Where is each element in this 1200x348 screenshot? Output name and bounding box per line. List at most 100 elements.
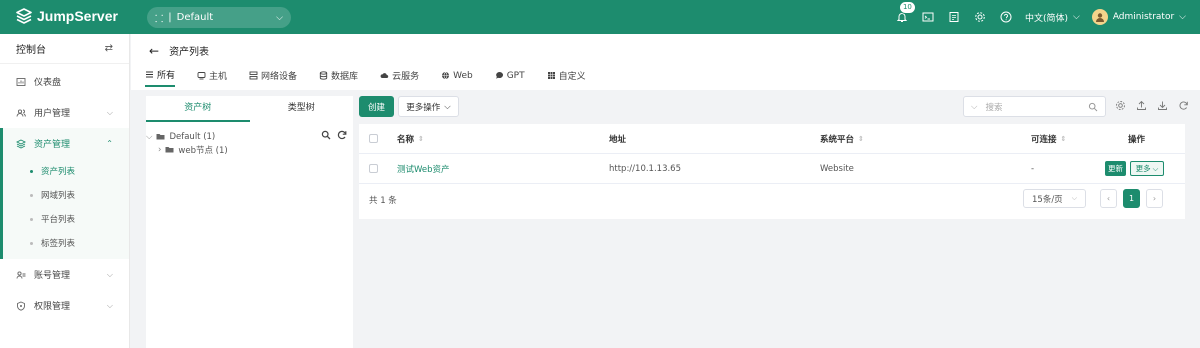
- tab-asset-tree[interactable]: 资产树: [146, 96, 250, 122]
- org-icon: ⸬: [155, 13, 164, 25]
- folder-open-icon: [156, 134, 165, 140]
- prev-page-button[interactable]: ‹: [1100, 189, 1117, 208]
- tab-label: 网络设备: [261, 72, 298, 82]
- sort-icon: ⇕: [418, 134, 424, 143]
- tab-label: 数据库: [331, 72, 359, 82]
- settings-icon[interactable]: [973, 10, 987, 24]
- app-name: JumpServer: [37, 8, 118, 24]
- tab-gpt[interactable]: GPT: [495, 68, 525, 87]
- sidebar-subitem-label-list[interactable]: 标签列表: [0, 231, 129, 259]
- users-icon: [16, 108, 26, 117]
- dashboard-icon: [16, 77, 26, 86]
- search-icon[interactable]: [321, 130, 331, 140]
- chevron-down-icon: ⌵: [276, 12, 283, 23]
- page-number-button[interactable]: 1: [1123, 189, 1140, 208]
- tab-network-device[interactable]: 网络设备: [249, 68, 297, 87]
- sidebar-item-label: 权限管理: [34, 302, 71, 312]
- language-selector[interactable]: 中文(简体) ⌵: [1025, 11, 1080, 24]
- column-header-connectivity[interactable]: 可连接 ⇕: [1031, 133, 1066, 145]
- row-more-label: 更多: [1135, 164, 1151, 173]
- download-icon[interactable]: [1157, 100, 1168, 111]
- tree-node-label: web节点 (1): [178, 145, 228, 156]
- sidebar-item-label: 用户管理: [34, 109, 71, 119]
- tickets-icon[interactable]: [947, 10, 961, 24]
- sidebar-item-accounts[interactable]: 账号管理 ⌵: [0, 259, 129, 290]
- switch-view-icon[interactable]: ⇄: [105, 43, 113, 54]
- cloud-icon: [380, 73, 389, 78]
- page-size-label: 15条/页: [1032, 194, 1063, 205]
- asset-table: 名称 ⇕ 地址 系统平台 ⇕ 可连接 ⇕ 操作 测试Web资产 http://10.1…: [359, 124, 1185, 219]
- terminal-icon[interactable]: [921, 10, 935, 24]
- refresh-icon[interactable]: [1178, 100, 1189, 111]
- app-logo[interactable]: JumpServer: [16, 8, 118, 24]
- page-size-select[interactable]: 15条/页 ⌵: [1023, 189, 1086, 208]
- tab-label: 云服务: [392, 72, 420, 82]
- next-page-button[interactable]: ›: [1146, 189, 1163, 208]
- sidebar-subitem-asset-list[interactable]: 资产列表: [0, 159, 129, 183]
- chevron-down-icon: ⌵: [1072, 12, 1080, 22]
- help-icon[interactable]: [999, 10, 1013, 24]
- column-header-actions: 操作: [1128, 133, 1145, 145]
- total-count: 共 1 条: [369, 196, 397, 206]
- header-label: 操作: [1128, 134, 1146, 145]
- chevron-down-icon: ⌵: [444, 101, 451, 112]
- asset-name-link[interactable]: 测试Web资产: [397, 163, 450, 175]
- chevron-down-icon: ⌵: [1179, 12, 1186, 22]
- org-selector[interactable]: ⸬ | Default ⌵: [147, 7, 291, 28]
- row-more-dropdown[interactable]: 更多 ⌵: [1130, 161, 1164, 176]
- tab-type-tree[interactable]: 类型树: [250, 96, 354, 122]
- bell-icon[interactable]: 10: [895, 1, 916, 24]
- sidebar-subitem-domain-list[interactable]: 网域列表: [0, 183, 129, 207]
- database-icon: [319, 71, 328, 80]
- more-actions-dropdown[interactable]: 更多操作 ⌵: [398, 96, 459, 117]
- tab-database[interactable]: 数据库: [319, 68, 358, 87]
- back-arrow-icon[interactable]: ←: [149, 44, 159, 58]
- sidebar-item-permissions[interactable]: 权限管理 ⌵: [0, 290, 129, 321]
- chevron-down-icon: ⌵: [1071, 194, 1077, 202]
- assets-icon: [16, 138, 26, 149]
- sidebar-subitem-platform-list[interactable]: 平台列表: [0, 207, 129, 231]
- chevron-right-icon: ›: [158, 144, 162, 155]
- sidebar-item-users[interactable]: 用户管理 ⌵: [0, 97, 129, 128]
- search-input[interactable]: ⌵ 搜索: [963, 96, 1106, 117]
- avatar: [1091, 9, 1108, 25]
- page-title: 资产列表: [169, 47, 210, 58]
- column-header-name[interactable]: 名称 ⇕: [397, 133, 424, 145]
- sidebar-item-label: 仪表盘: [34, 78, 62, 88]
- sidebar-item-dashboard[interactable]: 仪表盘: [0, 66, 129, 97]
- tab-host[interactable]: 主机: [197, 68, 227, 87]
- tab-web[interactable]: Web: [441, 68, 473, 87]
- refresh-icon[interactable]: [337, 130, 347, 140]
- chat-icon: [495, 71, 503, 79]
- tab-custom[interactable]: 自定义: [547, 68, 586, 87]
- row-checkbox[interactable]: [369, 164, 378, 173]
- sidebar-item-assets[interactable]: 资产管理 ⌃: [0, 128, 129, 159]
- tab-all[interactable]: 所有: [145, 68, 176, 87]
- tab-cloud[interactable]: 云服务: [380, 68, 419, 87]
- asset-category-tabs: 所有 主机 网络设备 数据库 云服务 Web GPT 自定义: [145, 68, 586, 87]
- create-button[interactable]: 创建: [359, 96, 394, 117]
- select-all-checkbox[interactable]: [369, 134, 378, 143]
- upload-icon[interactable]: [1136, 100, 1147, 111]
- tab-label: Web: [453, 70, 473, 81]
- bullet-dot: [30, 241, 33, 245]
- user-menu[interactable]: Administrator ⌵: [1091, 9, 1186, 25]
- bullet-dot: [30, 193, 33, 197]
- header-label: 名称: [397, 134, 415, 145]
- tree-node-web[interactable]: › web节点 (1): [146, 143, 347, 156]
- bullet-dot: [30, 217, 33, 221]
- grid-icon: [547, 72, 555, 79]
- chevron-down-icon: ⌵: [106, 300, 113, 310]
- tree-node-root[interactable]: ⌵ Default (1): [146, 130, 347, 143]
- sidebar-subitem-label: 标签列表: [41, 239, 76, 249]
- network-device-icon: [249, 71, 258, 80]
- column-header-address: 地址: [609, 133, 626, 145]
- language-label: 中文(简体): [1024, 13, 1068, 24]
- column-header-platform[interactable]: 系统平台 ⇕: [820, 133, 864, 145]
- header-label: 可连接: [1031, 134, 1057, 145]
- settings-icon[interactable]: [1115, 100, 1126, 111]
- accounts-icon: [16, 270, 26, 279]
- sidebar-subitem-label: 平台列表: [41, 215, 76, 225]
- sidebar: 控制台 ⇄ 仪表盘 用户管理 ⌵ 资产管理 ⌃ 资产列表 网域列表 平台列表 标: [0, 34, 130, 348]
- update-button[interactable]: 更新: [1105, 161, 1126, 176]
